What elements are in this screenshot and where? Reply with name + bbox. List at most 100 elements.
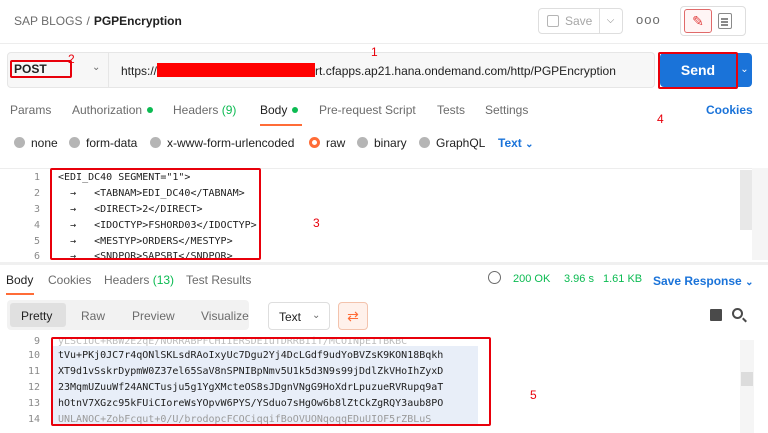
line-number: 11 — [27, 366, 40, 377]
save-icon — [547, 15, 559, 27]
status-code[interactable]: 200 OK — [513, 273, 550, 285]
chevron-down-icon: ⌄ — [745, 277, 754, 288]
documentation-icon[interactable] — [718, 13, 732, 29]
url-prefix: https:// — [121, 64, 158, 78]
line-number: 6 — [33, 251, 40, 260]
chevron-down-icon: ⌄ — [525, 139, 534, 150]
tab-body[interactable]: Body — [260, 103, 299, 117]
line-number: 10 — [27, 350, 40, 361]
response-time[interactable]: 3.96 s — [564, 273, 594, 285]
breadcrumb: SAP BLOGS / PGPEncryption — [14, 14, 182, 28]
tab-response-headers[interactable]: Headers (13) — [104, 273, 174, 287]
radio-urlencoded[interactable]: x-www-form-urlencoded — [150, 136, 294, 150]
view-visualize-button[interactable]: Visualize — [201, 309, 249, 323]
tab-params[interactable]: Params — [10, 103, 51, 117]
radio-icon — [14, 137, 25, 148]
more-options-icon[interactable]: ooo — [636, 12, 661, 27]
status-dot-icon — [292, 107, 299, 113]
tab-prerequest-script[interactable]: Pre-request Script — [319, 103, 416, 117]
view-preview-button[interactable]: Preview — [132, 309, 175, 323]
radio-icon — [69, 137, 80, 148]
pane-resizer[interactable] — [0, 262, 768, 265]
view-raw-button[interactable]: Raw — [81, 309, 105, 323]
line-number: 4 — [33, 220, 40, 231]
radio-none-label: none — [31, 136, 58, 150]
line-number: 1 — [33, 172, 40, 183]
radio-binary[interactable]: binary — [357, 136, 407, 150]
tab-response-cookies[interactable]: Cookies — [48, 273, 91, 287]
send-options-caret[interactable]: ⌄ — [736, 53, 752, 87]
radio-form-data-label: form-data — [86, 136, 138, 150]
response-scrollbar-track — [740, 340, 754, 433]
line-number: 3 — [33, 204, 40, 215]
save-button[interactable]: Save — [538, 8, 600, 34]
tab-body-label: Body — [260, 103, 288, 117]
annotation-number: 4 — [657, 112, 664, 126]
tab-authorization[interactable]: Authorization — [72, 103, 154, 117]
save-response-label: Save Response — [653, 274, 742, 288]
line-number: 9 — [33, 336, 40, 346]
line-number: 12 — [27, 382, 40, 393]
chevron-down-icon: ⌄ — [312, 310, 321, 321]
wrap-lines-button[interactable]: ⇄ — [338, 302, 368, 330]
breadcrumb-separator: / — [86, 14, 90, 28]
chevron-down-icon: ⌄ — [740, 64, 749, 75]
line-number: 14 — [27, 414, 40, 425]
pencil-icon: ✎ — [692, 13, 704, 29]
url-divider — [108, 53, 109, 87]
tab-authorization-label: Authorization — [72, 103, 143, 117]
annotation-box-method — [10, 60, 72, 78]
search-icon[interactable] — [732, 308, 743, 319]
tab-response-body[interactable]: Body — [6, 273, 33, 287]
editor-scrollbar-track — [752, 168, 768, 260]
tab-test-results[interactable]: Test Results — [186, 273, 251, 287]
radio-icon — [357, 137, 368, 148]
line-number: 13 — [27, 398, 40, 409]
response-size[interactable]: 1.61 KB — [603, 273, 642, 285]
annotation-number: 3 — [313, 216, 320, 230]
line-number: 2 — [33, 188, 40, 199]
editor-scrollbar[interactable] — [740, 170, 752, 230]
radio-form-data[interactable]: form-data — [69, 136, 137, 150]
tab-settings[interactable]: Settings — [485, 103, 528, 117]
save-options-caret[interactable]: ⌵ — [599, 8, 623, 34]
chevron-down-icon[interactable]: ⌄ — [92, 62, 100, 73]
view-pretty-button[interactable]: Pretty — [21, 309, 52, 323]
annotation-number: 2 — [68, 52, 75, 66]
radio-icon — [150, 137, 161, 148]
radio-graphql[interactable]: GraphQL — [419, 136, 485, 150]
save-response-button[interactable]: Save Response ⌄ — [653, 274, 753, 288]
headers-count: (9) — [221, 103, 237, 117]
radio-raw[interactable]: raw — [309, 136, 345, 150]
tab-headers-label: Headers — [173, 103, 219, 117]
save-label: Save — [565, 14, 593, 28]
response-headers-count: (13) — [152, 273, 175, 287]
tab-tests[interactable]: Tests — [437, 103, 465, 117]
annotation-box-request-body — [50, 168, 261, 260]
wrap-lines-icon: ⇄ — [347, 308, 359, 324]
cookies-link[interactable]: Cookies — [706, 103, 753, 117]
radio-icon — [419, 137, 430, 148]
radio-none[interactable]: none — [14, 136, 58, 150]
line-number: 5 — [33, 236, 40, 247]
url-suffix: rt.cfapps.ap21.hana.ondemand.com/http/PG… — [315, 64, 616, 78]
annotation-number: 5 — [530, 388, 537, 402]
body-format-select[interactable]: Text ⌄ — [498, 136, 534, 150]
redacted-host — [157, 63, 316, 77]
active-tab-underline — [6, 293, 34, 295]
breadcrumb-parent[interactable]: SAP BLOGS — [14, 14, 82, 28]
breadcrumb-current[interactable]: PGPEncryption — [94, 14, 182, 28]
response-scrollbar[interactable] — [741, 372, 753, 386]
radio-binary-label: binary — [374, 136, 407, 150]
globe-icon[interactable] — [488, 271, 501, 284]
chevron-down-icon: ⌵ — [606, 15, 615, 26]
radio-selected-icon — [309, 137, 320, 148]
radio-urlencoded-label: x-www-form-urlencoded — [167, 136, 295, 150]
annotation-number: 1 — [371, 45, 378, 59]
copy-icon[interactable] — [710, 309, 722, 321]
url-input[interactable]: https:// rt.cfapps.ap21.hana.ondemand.com… — [121, 63, 616, 78]
active-tab-underline — [260, 124, 302, 126]
tab-headers[interactable]: Headers (9) — [173, 103, 236, 117]
edit-mode-button[interactable]: ✎ — [684, 9, 712, 33]
body-format-label: Text — [498, 136, 522, 150]
